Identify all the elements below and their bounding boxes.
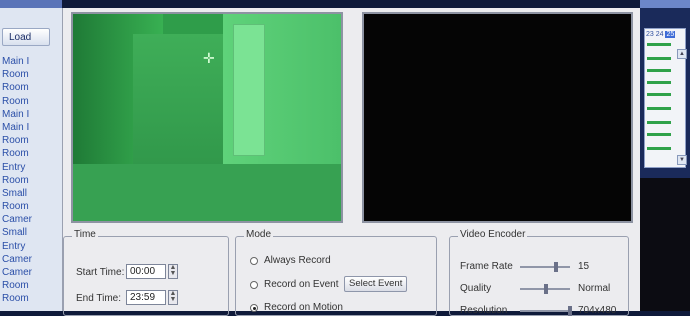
timeline-lower-area — [640, 178, 690, 311]
always-record-radio[interactable] — [250, 257, 258, 265]
mode-groupbox: Mode Always Record Record on Event Selec… — [235, 229, 437, 316]
camera-list-item[interactable]: Room — [0, 81, 62, 94]
camera-list: Main I Room Room Room Main I Main I Room… — [0, 55, 62, 306]
timeline-bar — [647, 133, 671, 136]
camera-list-item[interactable]: Camer — [0, 253, 62, 266]
select-event-button[interactable]: Select Event — [344, 276, 408, 292]
timeline-bar — [647, 147, 671, 150]
schedule-timeline-panel: 23 24 25 ▲ ▼ — [640, 0, 690, 311]
timeline-bar — [647, 93, 671, 96]
resolution-slider-track[interactable] — [520, 310, 570, 312]
feed-door — [233, 24, 265, 156]
timeline-bar — [647, 43, 671, 46]
timeline-bar — [647, 121, 671, 124]
frame-rate-label: Frame Rate — [460, 261, 513, 272]
camera-list-item[interactable]: Small — [0, 226, 62, 239]
selected-day[interactable]: 25 — [665, 31, 676, 38]
frame-rate-slider-track[interactable] — [520, 266, 570, 268]
time-legend: Time — [72, 229, 98, 240]
camera-list-item[interactable]: Main I — [0, 108, 62, 121]
camera-list-item[interactable]: Room — [0, 200, 62, 213]
camera-list-item[interactable]: Main I — [0, 121, 62, 134]
timeline-bar — [647, 57, 671, 60]
frame-rate-slider-thumb[interactable] — [554, 262, 558, 272]
timeline-bar — [647, 81, 671, 84]
camera-list-item[interactable]: Room — [0, 174, 62, 187]
title-strip-right — [640, 0, 690, 8]
start-time-spinner[interactable]: ▲ ▼ — [168, 264, 178, 279]
camera-list-item[interactable]: Entry — [0, 161, 62, 174]
always-record-label: Always Record — [264, 255, 331, 266]
camera-list-item[interactable]: Camer — [0, 266, 62, 279]
start-time-input[interactable]: 00:00 — [126, 264, 166, 279]
end-time-spinner[interactable]: ▲ ▼ — [168, 290, 178, 305]
recording-settings-panel: ✛ Time Start Time: 00:00 ▲ ▼ End Time: 23… — [62, 8, 641, 316]
frame-rate-value: 15 — [578, 261, 590, 272]
camera-feed-preview[interactable]: ✛ — [71, 12, 343, 223]
camera-list-item[interactable]: Room — [0, 68, 62, 81]
crosshair-icon: ✛ — [203, 50, 215, 66]
load-button[interactable]: Load — [2, 28, 50, 46]
left-camera-list-panel: Load Main I Room Room Room Main I Main I… — [0, 0, 62, 311]
camera-list-item[interactable]: Main I — [0, 55, 62, 68]
mode-legend: Mode — [244, 229, 274, 240]
title-strip — [0, 0, 62, 8]
day-numbers: 23 24 — [646, 31, 664, 38]
scroll-down-icon[interactable]: ▼ — [677, 155, 687, 165]
scroll-up-icon[interactable]: ▲ — [677, 49, 687, 59]
time-groupbox: Time Start Time: 00:00 ▲ ▼ End Time: 23:5… — [63, 229, 229, 316]
quality-value: Normal — [578, 283, 611, 294]
feed-floor — [73, 164, 341, 221]
camera-list-item[interactable]: Room — [0, 279, 62, 292]
quality-label: Quality — [460, 283, 492, 294]
record-on-motion-label: Record on Motion — [264, 302, 343, 313]
end-time-input[interactable]: 23:59 — [126, 290, 166, 305]
camera-list-item[interactable]: Room — [0, 292, 62, 305]
end-time-label: End Time: — [76, 293, 122, 304]
day-number-row: 23 24 25 — [646, 31, 676, 38]
camera-list-item[interactable]: Room — [0, 95, 62, 108]
timeline-grid[interactable]: 23 24 25 ▲ ▼ — [644, 28, 687, 168]
camera-list-item[interactable]: Room — [0, 134, 62, 147]
camera-list-item[interactable]: Camer — [0, 213, 62, 226]
camera-feed-empty[interactable] — [362, 12, 633, 223]
video-encoder-legend: Video Encoder — [458, 229, 528, 240]
camera-list-item[interactable]: Entry — [0, 240, 62, 253]
resolution-slider-thumb[interactable] — [568, 306, 572, 316]
record-on-event-label: Record on Event — [264, 279, 339, 290]
start-time-label: Start Time: — [76, 267, 125, 278]
timeline-bar — [647, 107, 671, 110]
record-on-event-radio[interactable] — [250, 281, 258, 289]
video-encoder-groupbox: Video Encoder Frame Rate 15 Quality Norm… — [449, 229, 629, 316]
quality-slider-thumb[interactable] — [544, 284, 548, 294]
timeline-bar — [647, 69, 671, 72]
camera-list-item[interactable]: Room — [0, 147, 62, 160]
camera-list-item[interactable]: Small — [0, 187, 62, 200]
